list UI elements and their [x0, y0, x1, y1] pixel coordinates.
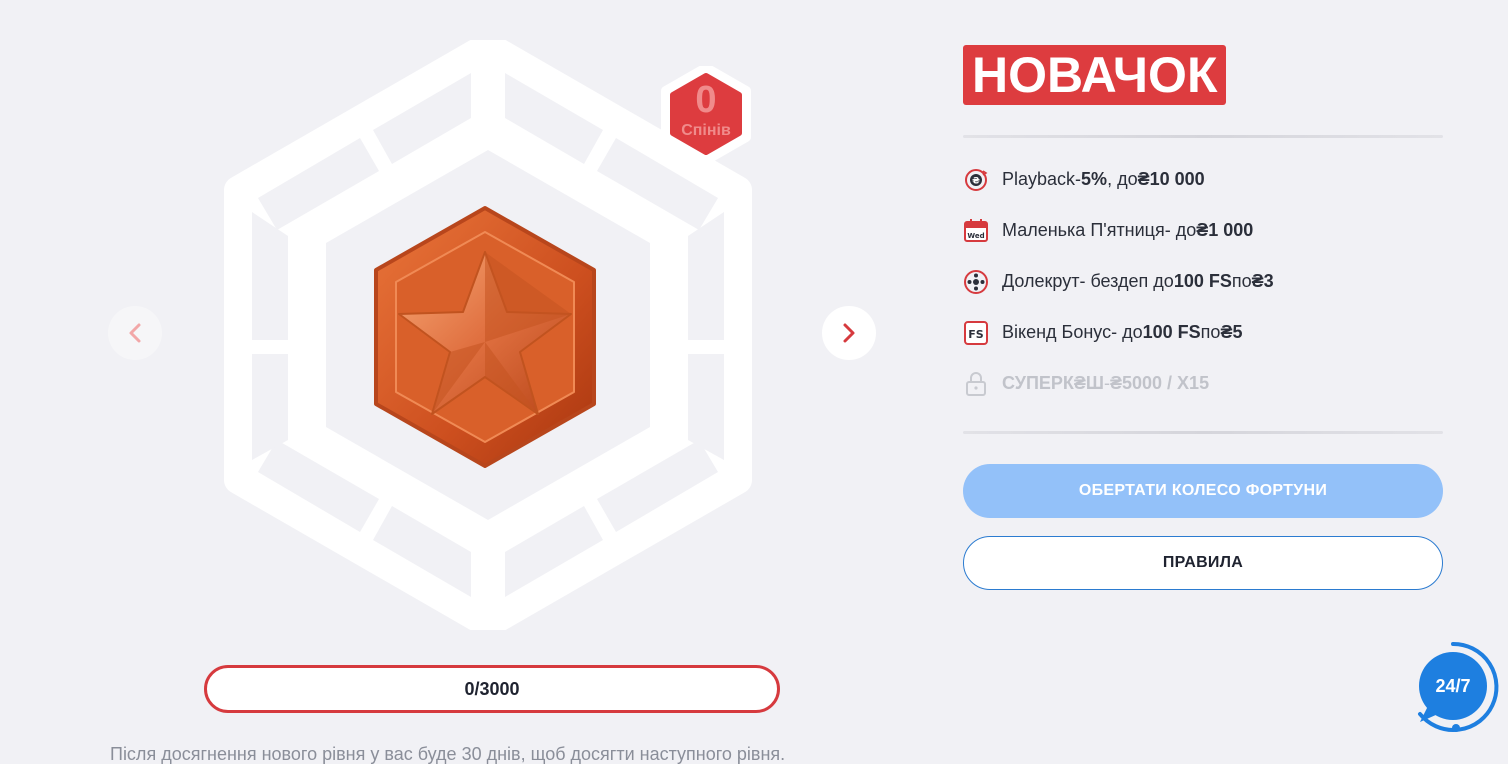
spins-label: Спінів: [681, 122, 731, 139]
chevron-left-icon: [129, 323, 141, 343]
level-footnote: Після досягнення нового рівня у вас буде…: [110, 744, 786, 764]
support-chat-button[interactable]: 24/7: [1406, 640, 1500, 734]
perk-mid: по: [1200, 322, 1221, 342]
svg-text:FS: FS: [968, 328, 984, 341]
previous-level-button[interactable]: [108, 306, 162, 360]
perk-limit: ₴10 000: [1137, 169, 1205, 189]
level-progress-bar: 0/3000: [204, 665, 780, 713]
perk-name: Маленька П'ятниця: [1002, 220, 1165, 240]
perk-sep: - до: [1111, 322, 1143, 342]
level-title: НОВАЧОК: [963, 45, 1227, 105]
perk-dolekrut: Долекрут - бездеп до 100 FS по ₴3: [963, 256, 1443, 307]
star-medal-icon: [374, 206, 596, 468]
svg-text:Wed: Wed: [967, 232, 984, 240]
perk-playback: ₴ Playback - 5% , до ₴10 000: [963, 154, 1443, 205]
playback-icon: ₴: [963, 167, 989, 193]
perk-superkash-locked: СУПЕРК₴Ш - ₴5000 / X15: [963, 358, 1443, 409]
perk-weekend-bonus: FS Вікенд Бонус - до 100 FS по ₴5: [963, 307, 1443, 358]
next-level-button[interactable]: [822, 306, 876, 360]
calendar-wed-icon: Wed: [963, 218, 989, 244]
perk-name: Долекрут: [1002, 271, 1080, 291]
spins-badge: 0 Спінів: [658, 66, 754, 162]
perk-name: Playback: [1002, 169, 1076, 189]
divider: [963, 135, 1443, 138]
chevron-right-icon: [843, 323, 855, 343]
perks-list: ₴ Playback - 5% , до ₴10 000 Wed Маленьк…: [963, 154, 1443, 409]
spins-count: 0: [695, 79, 717, 121]
fortune-wheel: 0 Спінів: [218, 40, 758, 630]
perk-mid: , до: [1107, 169, 1138, 189]
perk-value: ₴5000 / X15: [1110, 373, 1210, 393]
level-details: НОВАЧОК ₴ Playback - 5% , до ₴10 000 Wed…: [963, 45, 1443, 590]
perk-sep: - бездеп до: [1079, 271, 1174, 291]
perk-name: Вікенд Бонус: [1002, 322, 1112, 342]
perk-value: 100 FS: [1142, 322, 1201, 342]
svg-text:₴: ₴: [972, 176, 980, 186]
perk-limit: ₴3: [1251, 271, 1274, 291]
spin-wheel-button[interactable]: ОБЕРТАТИ КОЛЕСО ФОРТУНИ: [963, 464, 1443, 518]
lock-icon: [963, 371, 989, 397]
perk-value: 5%: [1081, 169, 1108, 189]
support-label: 24/7: [1435, 676, 1471, 696]
rules-button[interactable]: ПРАВИЛА: [963, 536, 1443, 590]
progress-text: 0/3000: [464, 678, 520, 699]
fs-icon: FS: [963, 320, 989, 346]
perk-sep: - до: [1164, 220, 1197, 240]
perk-value: ₴1 000: [1196, 220, 1254, 240]
perk-mid: по: [1231, 271, 1252, 291]
perk-value: 100 FS: [1173, 271, 1232, 291]
perk-limit: ₴5: [1220, 322, 1243, 342]
perk-name: СУПЕРК₴Ш: [1002, 373, 1104, 393]
divider: [963, 431, 1443, 434]
perk-little-friday: Wed Маленька П'ятниця - до ₴1 000: [963, 205, 1443, 256]
reel-icon: [963, 269, 989, 295]
